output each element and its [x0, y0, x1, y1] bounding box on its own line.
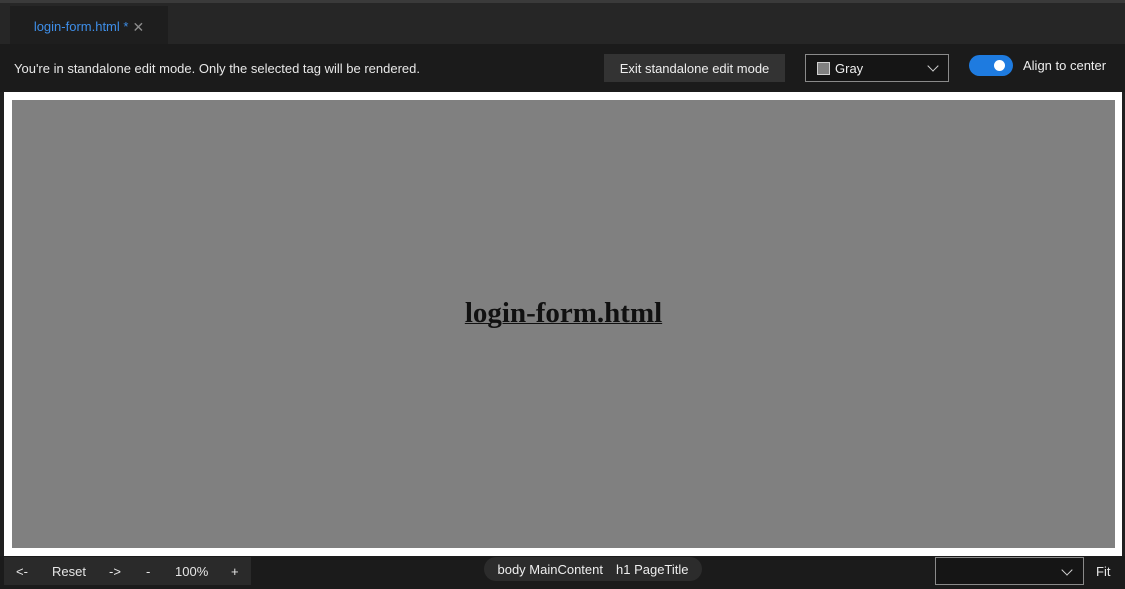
align-center-label: Align to center: [1023, 58, 1107, 73]
chevron-down-icon: [1061, 564, 1073, 576]
preview-canvas[interactable]: login-form.html: [12, 100, 1115, 548]
tab-bar: login-form.html * ✕: [0, 0, 1125, 47]
forward-button[interactable]: ->: [109, 564, 121, 579]
close-icon[interactable]: ✕: [132, 20, 144, 34]
exit-standalone-button[interactable]: Exit standalone edit mode: [604, 54, 785, 82]
bottom-toolbar: <- Reset -> - 100% + body MainContent h1…: [0, 556, 1125, 589]
zoom-controls: <- Reset -> - 100% +: [4, 557, 251, 585]
breadcrumb: body MainContent h1 PageTitle: [484, 557, 702, 581]
align-center-toggle[interactable]: [969, 55, 1013, 76]
background-color-select[interactable]: Gray: [805, 54, 949, 82]
standalone-mode-bar: You're in standalone edit mode. Only the…: [0, 44, 1125, 92]
fit-button[interactable]: Fit: [1096, 564, 1110, 579]
breadcrumb-item-h1[interactable]: h1 PageTitle: [616, 562, 689, 577]
chevron-down-icon: [927, 60, 939, 72]
zoom-level: 100%: [175, 564, 209, 579]
background-select-value: Gray: [835, 60, 864, 76]
standalone-mode-message: You're in standalone edit mode. Only the…: [14, 61, 420, 76]
page-title[interactable]: login-form.html: [465, 297, 662, 330]
back-button[interactable]: <-: [16, 564, 28, 579]
zoom-in-button[interactable]: +: [231, 564, 239, 579]
device-size-select[interactable]: [935, 557, 1084, 585]
tab-title[interactable]: login-form.html *: [34, 19, 129, 34]
breadcrumb-item-body[interactable]: body MainContent: [497, 562, 603, 577]
document-tab[interactable]: login-form.html * ✕: [10, 6, 168, 47]
toggle-knob: [994, 60, 1005, 71]
reset-button[interactable]: Reset: [52, 564, 86, 579]
preview-frame: login-form.html: [4, 92, 1122, 556]
color-swatch: [817, 61, 830, 75]
zoom-out-button[interactable]: -: [146, 564, 150, 579]
